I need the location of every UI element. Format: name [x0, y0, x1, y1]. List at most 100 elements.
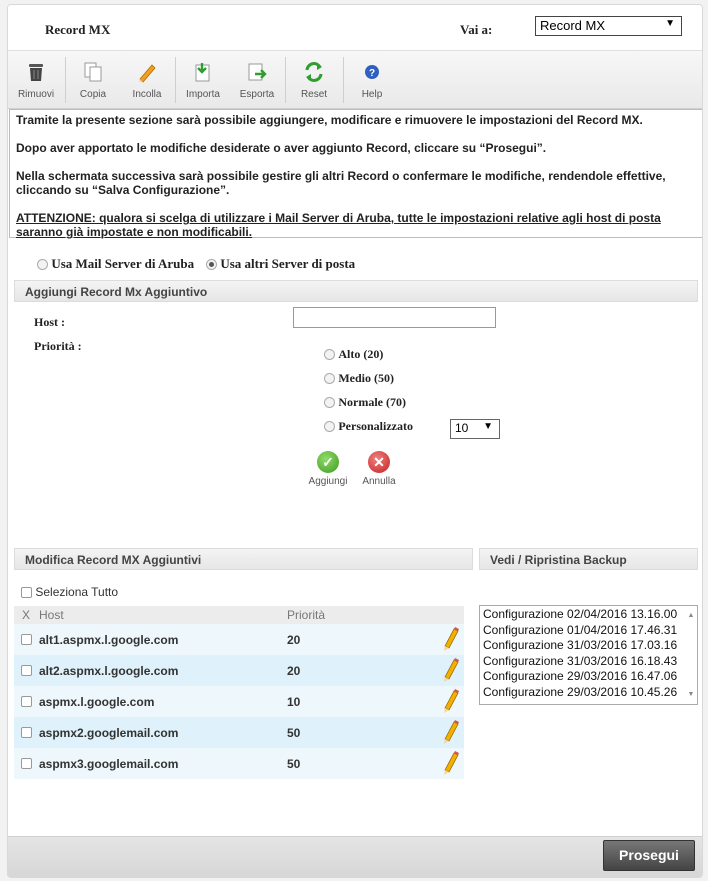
- modify-section-header: Modifica Record MX Aggiuntivi: [14, 548, 473, 570]
- edit-pencil-icon[interactable]: [441, 657, 461, 683]
- priority-label: Priorità :: [34, 339, 82, 353]
- priority-high-option[interactable]: Alto (20): [324, 347, 383, 362]
- host-label: Host :: [34, 315, 65, 329]
- add-button[interactable]: ✓ Aggiungi: [307, 451, 349, 487]
- info-text: Dopo aver apportato le modifiche desider…: [16, 141, 547, 155]
- custom-priority-value: 10: [455, 421, 469, 435]
- table-row: aspmx2.googlemail.com 50: [14, 717, 464, 748]
- backup-list[interactable]: Configurazione 02/04/2016 13.16.00 Confi…: [479, 605, 698, 705]
- backup-item[interactable]: Configurazione 31/03/2016 17.03.16: [483, 638, 694, 654]
- page-title: Record MX: [45, 22, 111, 37]
- host-input[interactable]: [293, 307, 496, 328]
- scroll-down-icon[interactable]: ▼: [685, 687, 697, 703]
- column-host: Host: [39, 608, 64, 622]
- footer-bar: [8, 836, 702, 877]
- svg-text:?: ?: [369, 68, 375, 79]
- cancel-label: Annulla: [362, 476, 396, 487]
- help-button[interactable]: ? Help: [344, 51, 400, 109]
- remove-label: Rimuovi: [17, 89, 55, 100]
- proceed-button[interactable]: Prosegui: [603, 840, 695, 871]
- add-section-header: Aggiungi Record Mx Aggiuntivo: [14, 280, 698, 302]
- column-x: X: [22, 608, 31, 622]
- priority-normal-label: Normale (70): [338, 395, 406, 409]
- edit-pencil-icon[interactable]: [441, 750, 461, 776]
- backup-section-header: Vedi / Ripristina Backup: [479, 548, 698, 570]
- backup-item[interactable]: Configurazione 01/04/2016 17.46.31: [483, 623, 694, 639]
- backup-item[interactable]: Configurazione 29/03/2016 10.45.26: [483, 685, 694, 701]
- row-checkbox[interactable]: [21, 665, 32, 676]
- backup-item[interactable]: Configurazione 02/04/2016 13.16.00: [483, 607, 694, 623]
- toolbar: Rimuovi Copia Incolla Importa Esporta Re…: [8, 51, 702, 109]
- export-icon: [248, 63, 267, 81]
- row-priority: 50: [287, 726, 301, 740]
- edit-pencil-icon[interactable]: [441, 688, 461, 714]
- edit-pencil-icon[interactable]: [441, 719, 461, 745]
- table-row: aspmx3.googlemail.com 50: [14, 748, 464, 779]
- priority-custom-option[interactable]: Personalizzato: [324, 419, 413, 434]
- row-host: aspmx.l.google.com: [39, 695, 155, 709]
- mail-server-aruba-radio[interactable]: [37, 259, 48, 271]
- row-checkbox[interactable]: [21, 758, 32, 769]
- add-label: Aggiungi: [308, 476, 348, 487]
- mail-server-aruba-option[interactable]: Usa Mail Server di Aruba: [37, 256, 194, 272]
- column-priority: Priorità: [287, 608, 326, 622]
- reset-label: Reset: [300, 89, 328, 100]
- other-mail-server-option[interactable]: Usa altri Server di posta: [206, 256, 355, 272]
- priority-medium-option[interactable]: Medio (50): [324, 371, 394, 386]
- checkmark-icon: ✓: [317, 451, 339, 473]
- scroll-up-icon[interactable]: ▲: [685, 608, 697, 624]
- priority-normal-radio[interactable]: [324, 397, 335, 409]
- row-checkbox[interactable]: [21, 634, 32, 645]
- row-priority: 10: [287, 695, 301, 709]
- row-priority: 50: [287, 757, 301, 771]
- copy-button[interactable]: Copia: [66, 51, 120, 109]
- remove-button[interactable]: Rimuovi: [8, 51, 64, 109]
- export-button[interactable]: Esporta: [230, 51, 284, 109]
- info-text: Nella schermata successiva sarà possibil…: [16, 169, 666, 197]
- close-icon: ✕: [368, 451, 390, 473]
- warning-text: ATTENZIONE: qualora si scelga di utilizz…: [16, 211, 661, 239]
- import-button[interactable]: Importa: [176, 51, 230, 109]
- goto-select-value: Record MX: [540, 18, 606, 33]
- priority-normal-option[interactable]: Normale (70): [324, 395, 406, 410]
- paste-label: Incolla: [132, 89, 162, 100]
- priority-custom-radio[interactable]: [324, 421, 335, 433]
- info-text: Tramite la presente sezione sarà possibi…: [16, 113, 643, 127]
- priority-medium-label: Medio (50): [338, 371, 394, 385]
- other-mail-server-radio[interactable]: [206, 259, 217, 271]
- import-label: Importa: [186, 89, 220, 100]
- row-host: aspmx3.googlemail.com: [39, 757, 179, 771]
- row-host: alt1.aspmx.l.google.com: [39, 633, 179, 647]
- backup-item[interactable]: Configurazione 29/03/2016 16.47.06: [483, 669, 694, 685]
- help-icon: ?: [365, 65, 379, 79]
- row-host: alt2.aspmx.l.google.com: [39, 664, 179, 678]
- row-checkbox[interactable]: [21, 727, 32, 738]
- row-priority: 20: [287, 633, 301, 647]
- export-label: Esporta: [239, 89, 275, 100]
- title-bar: Record MX Vai a: Record MX ▼: [8, 5, 702, 51]
- table-row: aspmx.l.google.com 10: [14, 686, 464, 717]
- row-priority: 20: [287, 664, 301, 678]
- copy-label: Copia: [79, 89, 107, 100]
- edit-pencil-icon[interactable]: [441, 626, 461, 652]
- info-box: Tramite la presente sezione sarà possibi…: [9, 109, 702, 239]
- goto-select[interactable]: Record MX ▼: [535, 16, 682, 36]
- backup-list-scrollbar[interactable]: ▲ ▼: [685, 606, 697, 704]
- select-all-checkbox[interactable]: [21, 587, 32, 599]
- help-label: Help: [361, 89, 383, 100]
- reset-button[interactable]: Reset: [286, 51, 342, 109]
- priority-medium-radio[interactable]: [324, 373, 335, 385]
- row-host: aspmx2.googlemail.com: [39, 726, 179, 740]
- row-checkbox[interactable]: [21, 696, 32, 707]
- pencil-icon: [139, 64, 156, 83]
- cancel-button[interactable]: ✕ Annulla: [358, 451, 400, 487]
- priority-high-radio[interactable]: [324, 349, 335, 361]
- select-all-option[interactable]: Seleziona Tutto: [21, 585, 118, 599]
- paste-button[interactable]: Incolla: [120, 51, 174, 109]
- record-mx-panel: Record MX Vai a: Record MX ▼ Rimuovi Cop…: [7, 4, 703, 878]
- reset-icon: [305, 62, 323, 82]
- backup-item[interactable]: Configurazione 31/03/2016 16.18.43: [483, 654, 694, 670]
- custom-priority-select[interactable]: 10 ▼: [450, 419, 500, 439]
- chevron-down-icon: ▼: [483, 421, 493, 432]
- table-row: alt2.aspmx.l.google.com 20: [14, 655, 464, 686]
